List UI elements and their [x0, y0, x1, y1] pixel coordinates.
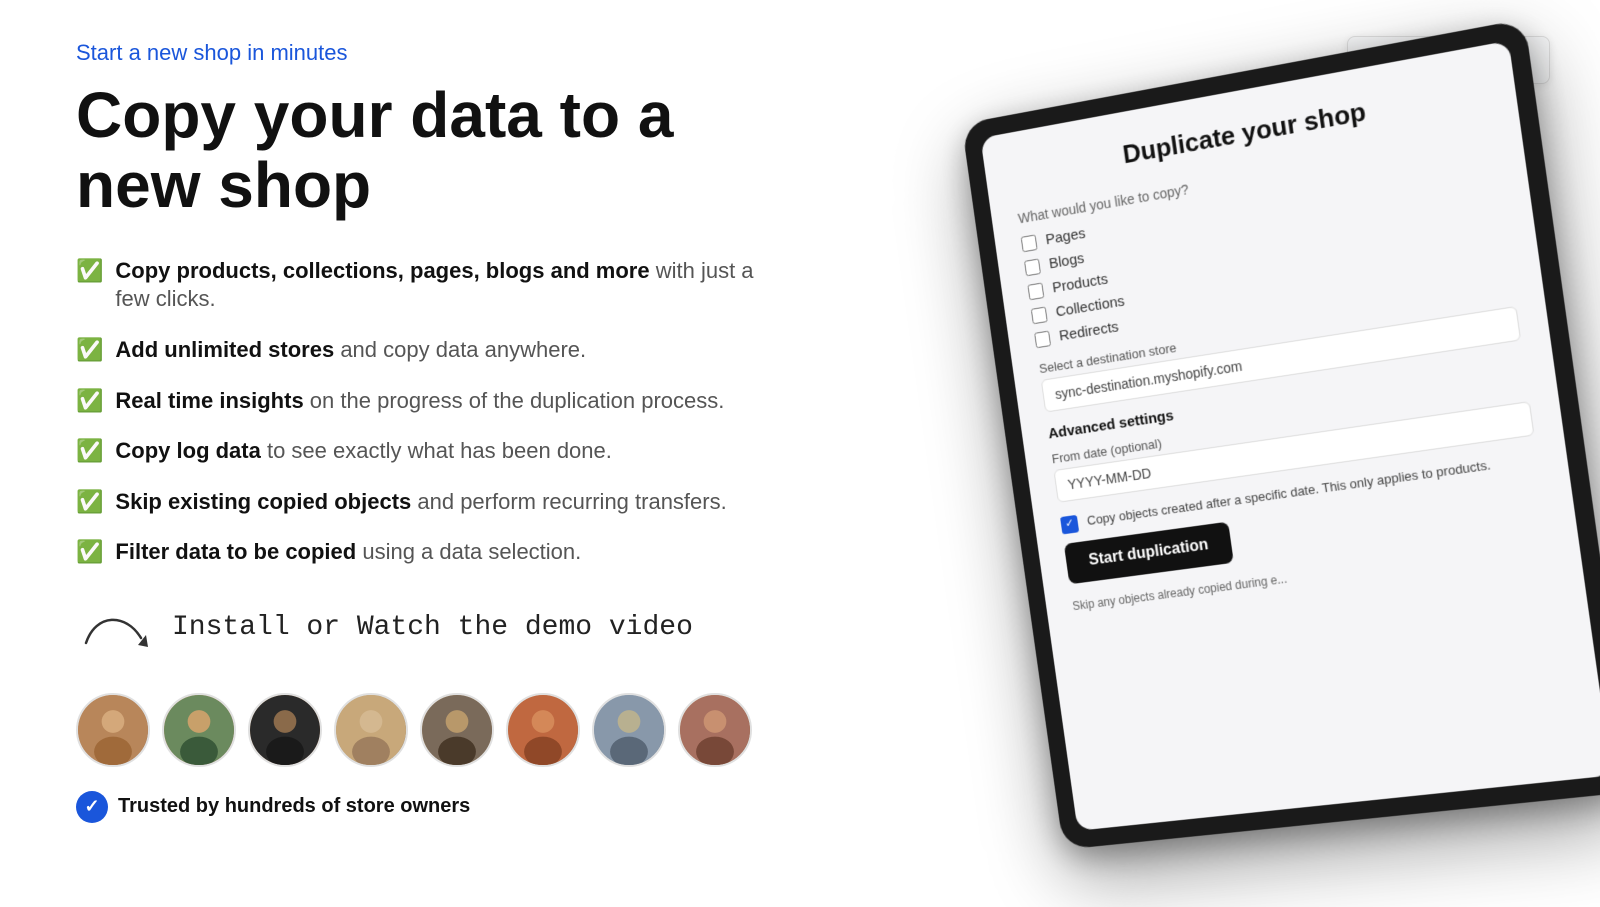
- checkbox-blogs-label: Blogs: [1048, 250, 1085, 272]
- feature-item-5: ✅ Skip existing copied objects and perfo…: [76, 488, 776, 517]
- checkbox-pages-input[interactable]: [1021, 234, 1038, 252]
- arrow-icon: [76, 603, 156, 653]
- feature-item-4: ✅ Copy log data to see exactly what has …: [76, 437, 776, 466]
- avatar-7: [592, 693, 666, 767]
- tablet-screen: Duplicate your shop What would you like …: [980, 41, 1600, 831]
- feature-text-5: Skip existing copied objects and perform…: [115, 488, 726, 517]
- feature-item-1: ✅ Copy products, collections, pages, blo…: [76, 257, 776, 314]
- checkbox-redirects-label: Redirects: [1058, 319, 1120, 345]
- feature-text-3: Real time insights on the progress of th…: [115, 387, 724, 416]
- checkbox-pages-label: Pages: [1045, 225, 1087, 248]
- avatar-6: [506, 693, 580, 767]
- avatar-5: [420, 693, 494, 767]
- feature-text-4: Copy log data to see exactly what has be…: [115, 437, 611, 466]
- feature-text-1: Copy products, collections, pages, blogs…: [115, 257, 776, 314]
- avatar-4: [334, 693, 408, 767]
- feature-text-6: Filter data to be copied using a data se…: [115, 538, 581, 567]
- skip-check-icon: ✓: [1060, 515, 1079, 535]
- avatar-3: [248, 693, 322, 767]
- demo-section: Install or Watch the demo video: [76, 603, 776, 653]
- check-icon-3: ✅: [76, 387, 103, 416]
- checkbox-products-label: Products: [1051, 271, 1109, 297]
- tablet-outer: Duplicate your shop What would you like …: [962, 0, 1600, 907]
- avatar-1: [76, 693, 150, 767]
- left-content: Start a new shop in minutes Copy your da…: [76, 40, 776, 823]
- avatar-8: [678, 693, 752, 767]
- start-duplication-button[interactable]: Start duplication: [1064, 522, 1234, 585]
- tablet-body: Duplicate your shop What would you like …: [962, 19, 1600, 850]
- main-heading: Copy your data to a new shop: [76, 80, 776, 221]
- feature-item-2: ✅ Add unlimited stores and copy data any…: [76, 336, 776, 365]
- tagline: Start a new shop in minutes: [76, 40, 776, 66]
- features-list: ✅ Copy products, collections, pages, blo…: [76, 257, 776, 567]
- tablet-mockup: Duplicate your shop What would you like …: [1000, 60, 1600, 880]
- check-icon-4: ✅: [76, 437, 103, 466]
- checkbox-collections-input[interactable]: [1031, 306, 1048, 324]
- check-icon-5: ✅: [76, 488, 103, 517]
- checkbox-products-input[interactable]: [1027, 282, 1044, 300]
- check-icon-1: ✅: [76, 257, 103, 286]
- demo-text: Install or Watch the demo video: [172, 612, 693, 643]
- verified-icon: ✓: [76, 791, 108, 823]
- avatar-2: [162, 693, 236, 767]
- checkbox-collections-label: Collections: [1055, 293, 1126, 321]
- checkbox-blogs-input[interactable]: [1024, 258, 1041, 276]
- avatars-row: [76, 693, 776, 767]
- trusted-text: Trusted by hundreds of store owners: [118, 795, 470, 818]
- feature-item-3: ✅ Real time insights on the progress of …: [76, 387, 776, 416]
- check-icon-6: ✅: [76, 538, 103, 567]
- checkbox-redirects-input[interactable]: [1034, 330, 1051, 348]
- trusted-badge: ✓ Trusted by hundreds of store owners: [76, 791, 776, 823]
- feature-text-2: Add unlimited stores and copy data anywh…: [115, 336, 586, 365]
- check-icon-2: ✅: [76, 336, 103, 365]
- feature-item-6: ✅ Filter data to be copied using a data …: [76, 538, 776, 567]
